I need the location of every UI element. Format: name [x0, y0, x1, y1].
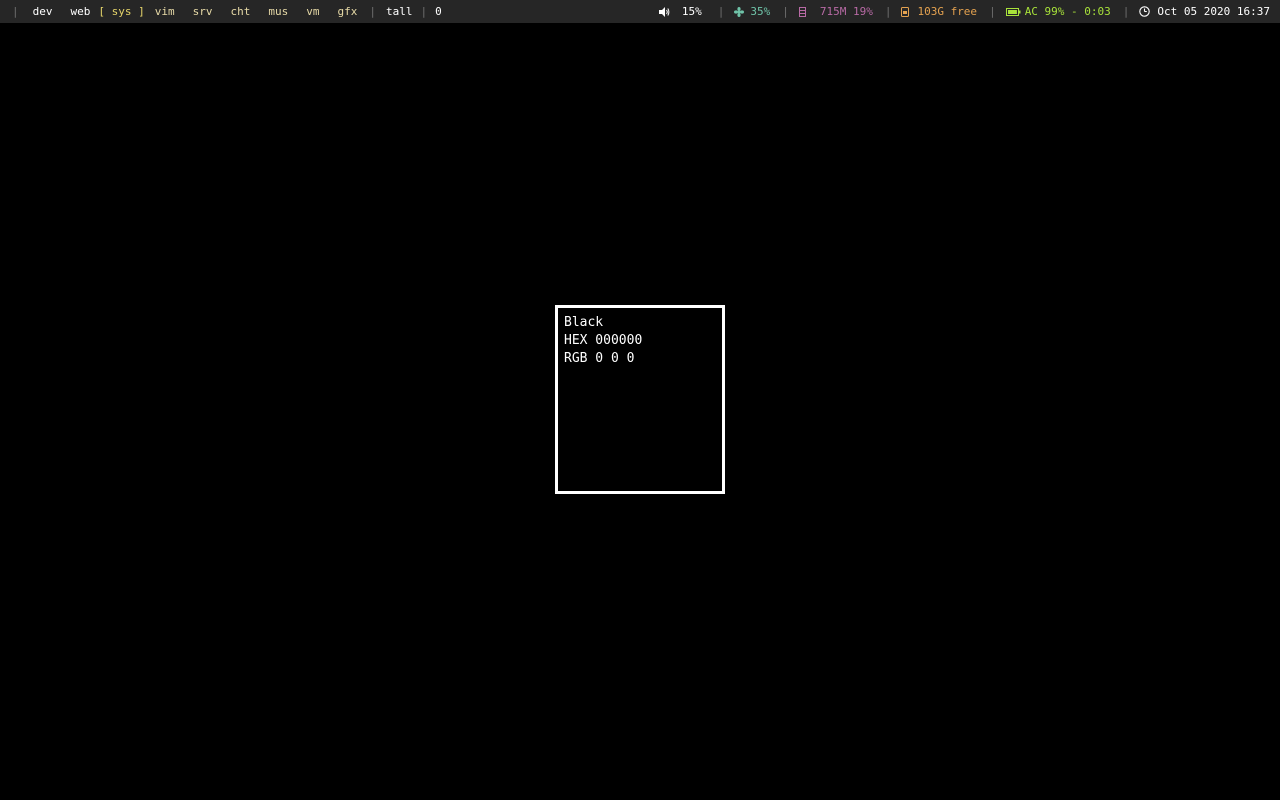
clock-widget[interactable]: Oct 05 2020 16:37 [1139, 0, 1270, 23]
window-count: 0 [435, 5, 442, 18]
speaker-icon [658, 6, 670, 17]
cpu-value: 35% [750, 5, 771, 18]
workspace-vm[interactable]: vm [296, 0, 327, 23]
battery-value: AC 99% - 0:03 [1024, 5, 1111, 18]
color-info-popup: Black HEX 000000 RGB 0 0 0 [555, 305, 725, 494]
memory-icon [798, 6, 806, 17]
separator: | [717, 5, 725, 18]
color-name: Black [564, 315, 604, 330]
current-bracket-open: [ [98, 5, 105, 18]
workspace-sys-current[interactable]: [ sys ] [94, 0, 148, 23]
separator: | [12, 5, 19, 18]
status-bar-right: 15% | 35% | 715M 19% | 103G free | AC 99… [658, 0, 1280, 23]
workspace-cht[interactable]: cht [221, 0, 259, 23]
workspace-sys-label: sys [111, 5, 132, 18]
status-bar: | dev web [ sys ] vim srv cht mus vm gfx… [0, 0, 1280, 23]
color-info-text: Black HEX 000000 RGB 0 0 0 [564, 314, 642, 368]
separator: | [1122, 5, 1130, 18]
workspace-srv[interactable]: srv [183, 0, 221, 23]
color-rgb: RGB 0 0 0 [564, 351, 635, 366]
disk-icon [901, 6, 910, 17]
workspace-gfx[interactable]: gfx [328, 0, 366, 23]
cpu-widget: 35% [734, 0, 770, 23]
separator: | [420, 5, 428, 18]
workspace-mus[interactable]: mus [258, 0, 296, 23]
fan-icon [734, 6, 745, 17]
disk-value: 103G free [917, 5, 978, 18]
status-bar-left: | dev web [ sys ] vim srv cht mus vm gfx… [0, 0, 442, 23]
workspace-web[interactable]: web [61, 0, 95, 23]
memory-value: 715M 19% [819, 5, 873, 18]
disk-widget: 103G free [901, 0, 977, 23]
clock-value: Oct 05 2020 16:37 [1157, 5, 1270, 18]
memory-widget: 715M 19% [798, 0, 873, 23]
volume-widget[interactable]: 15% [658, 0, 702, 23]
color-hex: HEX 000000 [564, 333, 643, 348]
workspace-dev[interactable]: dev [27, 0, 61, 23]
volume-value: 15% [681, 5, 702, 18]
layout-indicator[interactable]: tall [384, 0, 415, 23]
separator: | [782, 5, 789, 18]
battery-widget: AC 99% - 0:03 [1005, 0, 1111, 23]
clock-icon [1139, 6, 1151, 17]
separator: | [884, 5, 892, 18]
separator: | [369, 5, 376, 18]
battery-icon [1005, 7, 1021, 16]
separator: | [989, 5, 996, 18]
workspace-vim[interactable]: vim [149, 0, 183, 23]
current-bracket-close: ] [138, 5, 145, 18]
